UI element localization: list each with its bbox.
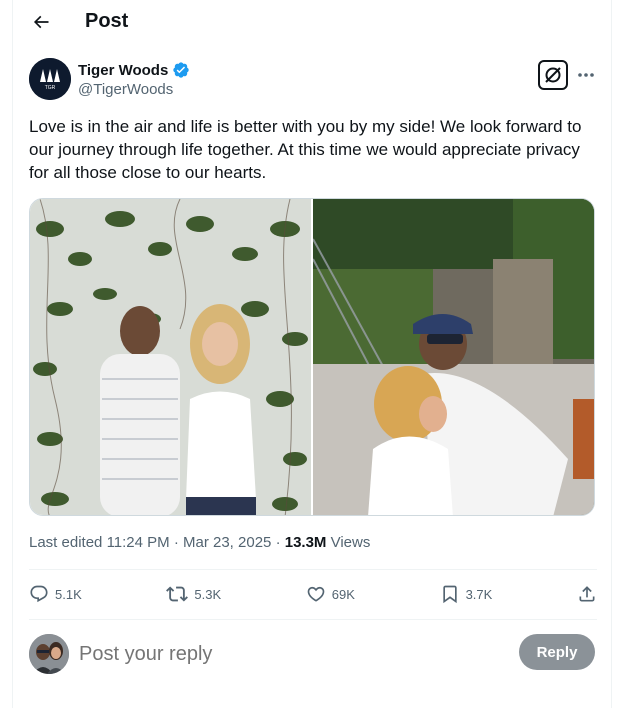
grok-icon	[545, 67, 561, 83]
author-avatar[interactable]: TGR	[29, 58, 71, 100]
divider	[29, 569, 597, 570]
repost-count: 5.3K	[194, 586, 222, 602]
post-text: Love is in the air and life is better wi…	[29, 117, 582, 182]
views-count: 13.3M	[284, 534, 327, 551]
author-handle[interactable]: @TigerWoods	[78, 81, 173, 98]
current-user-avatar-image	[29, 634, 69, 674]
photo-couple-standing[interactable]	[30, 199, 311, 515]
post-meta: Last edited 11:24 PM · Mar 23, 2025 · 13…	[29, 534, 370, 551]
more-options-button[interactable]	[575, 64, 597, 86]
current-user-avatar[interactable]	[29, 634, 69, 674]
reply-count: 5.1K	[55, 586, 82, 602]
author-name[interactable]: Tiger Woods	[78, 62, 168, 79]
reply-bubble-icon	[30, 585, 48, 603]
heart-icon	[307, 586, 325, 602]
post-actions-bar: 5.1K 5.3K 69K 3.7K	[29, 572, 597, 616]
reply-button[interactable]: Reply	[519, 634, 595, 670]
back-button[interactable]	[27, 8, 55, 36]
share-icon	[579, 586, 595, 602]
bookmark-action-button[interactable]: 3.7K	[440, 584, 493, 604]
edited-label[interactable]: Last edited	[29, 534, 102, 551]
post-time[interactable]: 11:24 PM	[107, 534, 170, 551]
photo-couple-hammock[interactable]	[313, 199, 594, 515]
avatar-logo-text: TGR	[45, 85, 56, 91]
tgr-logo-avatar: TGR	[29, 58, 71, 100]
reply-input[interactable]	[79, 640, 499, 668]
bookmark-icon	[442, 585, 457, 604]
verified-badge-icon	[173, 62, 189, 78]
arrow-left-icon	[33, 15, 49, 29]
divider	[29, 619, 597, 620]
bookmark-count: 3.7K	[465, 586, 493, 602]
post-detail-column: Post TGR Tiger Woods @TigerWoods Love is…	[12, 0, 612, 708]
page-title: Post	[85, 10, 129, 32]
page-header: Post	[13, 0, 613, 44]
views-label: Views	[330, 534, 371, 551]
grok-button[interactable]	[538, 60, 568, 90]
photo-couple-hammock-image	[313, 199, 594, 515]
post-media-grid	[29, 198, 595, 516]
repost-icon	[166, 586, 189, 602]
share-action-button[interactable]	[577, 584, 597, 604]
like-count: 69K	[331, 586, 355, 602]
like-action-button[interactable]: 69K	[306, 584, 355, 604]
meta-separator: ·	[275, 534, 281, 551]
repost-action-button[interactable]: 5.3K	[166, 583, 221, 605]
more-dots-icon	[578, 73, 594, 77]
reply-action-button[interactable]: 5.1K	[29, 584, 82, 604]
photo-couple-standing-image	[30, 199, 311, 515]
post-date[interactable]: Mar 23, 2025	[183, 534, 271, 551]
meta-separator: ·	[173, 534, 179, 551]
author-name-row[interactable]: Tiger Woods	[78, 61, 190, 79]
